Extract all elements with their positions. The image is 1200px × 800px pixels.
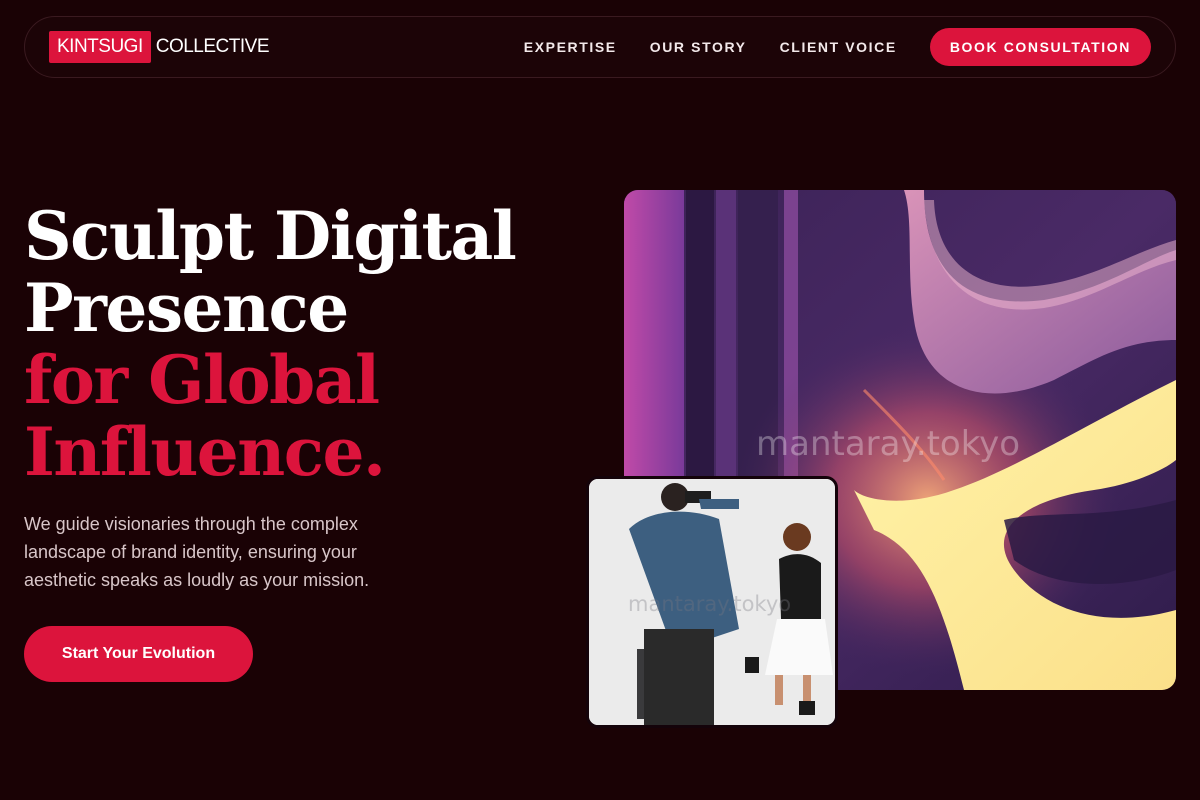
logo-text: COLLECTIVE: [155, 36, 270, 57]
nav-link-client-voice[interactable]: CLIENT VOICE: [780, 39, 897, 55]
logo-highlight: KINTSUGI: [49, 31, 151, 63]
headline-line-1: Sculpt Digital: [24, 197, 517, 275]
nav-links: EXPERTISE OUR STORY CLIENT VOICE BOOK CO…: [524, 28, 1151, 66]
headline-line-4: Influence.: [24, 413, 386, 491]
top-navbar: KINTSUGI COLLECTIVE EXPERTISE OUR STORY …: [24, 16, 1176, 78]
book-consultation-button[interactable]: BOOK CONSULTATION: [929, 28, 1151, 66]
hero-headline: Sculpt Digital Presence for Global Influ…: [24, 197, 517, 491]
nav-link-expertise[interactable]: EXPERTISE: [524, 39, 617, 55]
hero-description: We guide visionaries through the complex…: [24, 514, 370, 590]
photo-graphic: [589, 479, 835, 725]
headline-line-3: for Global: [24, 341, 380, 419]
start-evolution-button[interactable]: Start Your Evolution: [24, 626, 253, 682]
brand-logo[interactable]: KINTSUGI COLLECTIVE: [49, 31, 270, 63]
photographer-photo: [586, 476, 838, 728]
nav-link-our-story[interactable]: OUR STORY: [650, 39, 747, 55]
headline-line-2: Presence: [24, 269, 349, 347]
